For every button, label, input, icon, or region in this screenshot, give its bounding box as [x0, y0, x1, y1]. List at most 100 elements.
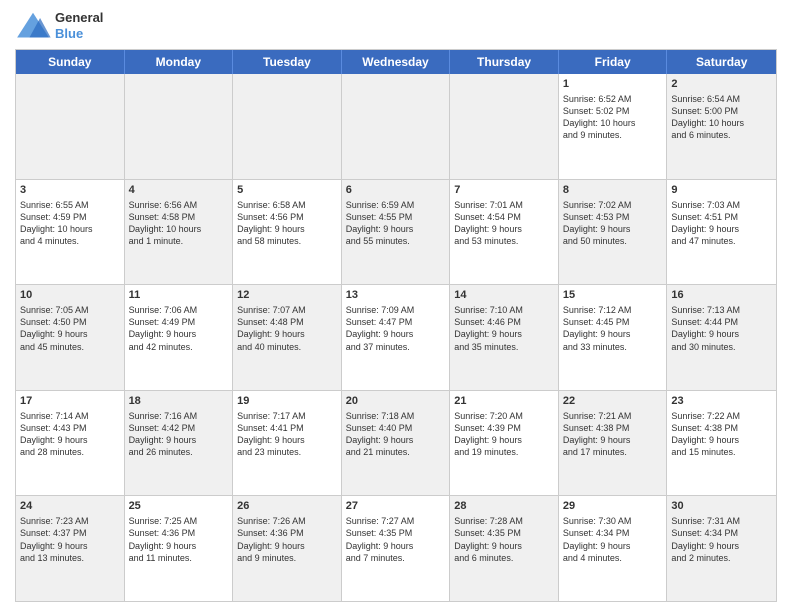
- calendar-cell-17: 17Sunrise: 7:14 AM Sunset: 4:43 PM Dayli…: [16, 391, 125, 496]
- day-info: Sunrise: 7:28 AM Sunset: 4:35 PM Dayligh…: [454, 515, 554, 564]
- weekday-header-saturday: Saturday: [667, 50, 776, 74]
- calendar-cell-11: 11Sunrise: 7:06 AM Sunset: 4:49 PM Dayli…: [125, 285, 234, 390]
- day-number: 25: [129, 499, 229, 514]
- logo-icon: [15, 11, 51, 41]
- calendar-cell-23: 23Sunrise: 7:22 AM Sunset: 4:38 PM Dayli…: [667, 391, 776, 496]
- calendar-cell-29: 29Sunrise: 7:30 AM Sunset: 4:34 PM Dayli…: [559, 496, 668, 601]
- calendar-body: 1Sunrise: 6:52 AM Sunset: 5:02 PM Daylig…: [16, 74, 776, 601]
- day-info: Sunrise: 7:09 AM Sunset: 4:47 PM Dayligh…: [346, 304, 446, 353]
- calendar-cell-3: 3Sunrise: 6:55 AM Sunset: 4:59 PM Daylig…: [16, 180, 125, 285]
- day-info: Sunrise: 6:56 AM Sunset: 4:58 PM Dayligh…: [129, 199, 229, 248]
- calendar-cell-6: 6Sunrise: 6:59 AM Sunset: 4:55 PM Daylig…: [342, 180, 451, 285]
- day-info: Sunrise: 7:10 AM Sunset: 4:46 PM Dayligh…: [454, 304, 554, 353]
- day-number: 23: [671, 394, 772, 409]
- calendar-row-4: 24Sunrise: 7:23 AM Sunset: 4:37 PM Dayli…: [16, 496, 776, 601]
- weekday-header-monday: Monday: [125, 50, 234, 74]
- calendar-cell-9: 9Sunrise: 7:03 AM Sunset: 4:51 PM Daylig…: [667, 180, 776, 285]
- calendar-cell-19: 19Sunrise: 7:17 AM Sunset: 4:41 PM Dayli…: [233, 391, 342, 496]
- day-info: Sunrise: 7:12 AM Sunset: 4:45 PM Dayligh…: [563, 304, 663, 353]
- day-info: Sunrise: 7:03 AM Sunset: 4:51 PM Dayligh…: [671, 199, 772, 248]
- day-number: 1: [563, 77, 663, 92]
- day-number: 8: [563, 183, 663, 198]
- day-number: 17: [20, 394, 120, 409]
- calendar-cell-empty-0-4: [450, 74, 559, 179]
- calendar-cell-28: 28Sunrise: 7:28 AM Sunset: 4:35 PM Dayli…: [450, 496, 559, 601]
- calendar-cell-27: 27Sunrise: 7:27 AM Sunset: 4:35 PM Dayli…: [342, 496, 451, 601]
- logo-text: General Blue: [55, 10, 103, 41]
- calendar-cell-26: 26Sunrise: 7:26 AM Sunset: 4:36 PM Dayli…: [233, 496, 342, 601]
- calendar-cell-8: 8Sunrise: 7:02 AM Sunset: 4:53 PM Daylig…: [559, 180, 668, 285]
- day-info: Sunrise: 7:18 AM Sunset: 4:40 PM Dayligh…: [346, 410, 446, 459]
- day-info: Sunrise: 7:14 AM Sunset: 4:43 PM Dayligh…: [20, 410, 120, 459]
- day-number: 14: [454, 288, 554, 303]
- calendar-cell-5: 5Sunrise: 6:58 AM Sunset: 4:56 PM Daylig…: [233, 180, 342, 285]
- day-number: 26: [237, 499, 337, 514]
- day-info: Sunrise: 7:23 AM Sunset: 4:37 PM Dayligh…: [20, 515, 120, 564]
- calendar-cell-10: 10Sunrise: 7:05 AM Sunset: 4:50 PM Dayli…: [16, 285, 125, 390]
- calendar-cell-empty-0-0: [16, 74, 125, 179]
- day-number: 27: [346, 499, 446, 514]
- weekday-header-tuesday: Tuesday: [233, 50, 342, 74]
- day-number: 29: [563, 499, 663, 514]
- calendar-row-0: 1Sunrise: 6:52 AM Sunset: 5:02 PM Daylig…: [16, 74, 776, 180]
- calendar-cell-22: 22Sunrise: 7:21 AM Sunset: 4:38 PM Dayli…: [559, 391, 668, 496]
- day-info: Sunrise: 6:59 AM Sunset: 4:55 PM Dayligh…: [346, 199, 446, 248]
- day-info: Sunrise: 6:58 AM Sunset: 4:56 PM Dayligh…: [237, 199, 337, 248]
- calendar-cell-13: 13Sunrise: 7:09 AM Sunset: 4:47 PM Dayli…: [342, 285, 451, 390]
- day-info: Sunrise: 7:20 AM Sunset: 4:39 PM Dayligh…: [454, 410, 554, 459]
- calendar-cell-14: 14Sunrise: 7:10 AM Sunset: 4:46 PM Dayli…: [450, 285, 559, 390]
- day-info: Sunrise: 7:27 AM Sunset: 4:35 PM Dayligh…: [346, 515, 446, 564]
- day-number: 11: [129, 288, 229, 303]
- day-number: 18: [129, 394, 229, 409]
- weekday-header-sunday: Sunday: [16, 50, 125, 74]
- day-info: Sunrise: 7:16 AM Sunset: 4:42 PM Dayligh…: [129, 410, 229, 459]
- day-info: Sunrise: 7:02 AM Sunset: 4:53 PM Dayligh…: [563, 199, 663, 248]
- day-info: Sunrise: 7:26 AM Sunset: 4:36 PM Dayligh…: [237, 515, 337, 564]
- day-info: Sunrise: 6:54 AM Sunset: 5:00 PM Dayligh…: [671, 93, 772, 142]
- day-number: 5: [237, 183, 337, 198]
- calendar-cell-18: 18Sunrise: 7:16 AM Sunset: 4:42 PM Dayli…: [125, 391, 234, 496]
- calendar-row-2: 10Sunrise: 7:05 AM Sunset: 4:50 PM Dayli…: [16, 285, 776, 391]
- calendar-cell-24: 24Sunrise: 7:23 AM Sunset: 4:37 PM Dayli…: [16, 496, 125, 601]
- calendar-cell-25: 25Sunrise: 7:25 AM Sunset: 4:36 PM Dayli…: [125, 496, 234, 601]
- day-info: Sunrise: 7:06 AM Sunset: 4:49 PM Dayligh…: [129, 304, 229, 353]
- day-info: Sunrise: 7:13 AM Sunset: 4:44 PM Dayligh…: [671, 304, 772, 353]
- day-number: 6: [346, 183, 446, 198]
- day-number: 4: [129, 183, 229, 198]
- logo: General Blue: [15, 10, 103, 41]
- day-number: 21: [454, 394, 554, 409]
- calendar-cell-7: 7Sunrise: 7:01 AM Sunset: 4:54 PM Daylig…: [450, 180, 559, 285]
- header: General Blue: [15, 10, 777, 41]
- day-number: 19: [237, 394, 337, 409]
- calendar-cell-1: 1Sunrise: 6:52 AM Sunset: 5:02 PM Daylig…: [559, 74, 668, 179]
- day-number: 15: [563, 288, 663, 303]
- day-number: 7: [454, 183, 554, 198]
- calendar-cell-20: 20Sunrise: 7:18 AM Sunset: 4:40 PM Dayli…: [342, 391, 451, 496]
- calendar-row-1: 3Sunrise: 6:55 AM Sunset: 4:59 PM Daylig…: [16, 180, 776, 286]
- calendar-cell-12: 12Sunrise: 7:07 AM Sunset: 4:48 PM Dayli…: [233, 285, 342, 390]
- day-info: Sunrise: 7:31 AM Sunset: 4:34 PM Dayligh…: [671, 515, 772, 564]
- day-info: Sunrise: 7:07 AM Sunset: 4:48 PM Dayligh…: [237, 304, 337, 353]
- day-number: 2: [671, 77, 772, 92]
- day-number: 10: [20, 288, 120, 303]
- page: General Blue SundayMondayTuesdayWednesda…: [0, 0, 792, 612]
- calendar-cell-2: 2Sunrise: 6:54 AM Sunset: 5:00 PM Daylig…: [667, 74, 776, 179]
- calendar-cell-15: 15Sunrise: 7:12 AM Sunset: 4:45 PM Dayli…: [559, 285, 668, 390]
- calendar-cell-21: 21Sunrise: 7:20 AM Sunset: 4:39 PM Dayli…: [450, 391, 559, 496]
- day-number: 12: [237, 288, 337, 303]
- day-info: Sunrise: 6:52 AM Sunset: 5:02 PM Dayligh…: [563, 93, 663, 142]
- weekday-header-thursday: Thursday: [450, 50, 559, 74]
- day-number: 3: [20, 183, 120, 198]
- day-info: Sunrise: 7:05 AM Sunset: 4:50 PM Dayligh…: [20, 304, 120, 353]
- day-info: Sunrise: 7:17 AM Sunset: 4:41 PM Dayligh…: [237, 410, 337, 459]
- calendar-cell-16: 16Sunrise: 7:13 AM Sunset: 4:44 PM Dayli…: [667, 285, 776, 390]
- calendar-cell-empty-0-1: [125, 74, 234, 179]
- weekday-header-friday: Friday: [559, 50, 668, 74]
- calendar-cell-empty-0-3: [342, 74, 451, 179]
- calendar: SundayMondayTuesdayWednesdayThursdayFrid…: [15, 49, 777, 602]
- calendar-cell-30: 30Sunrise: 7:31 AM Sunset: 4:34 PM Dayli…: [667, 496, 776, 601]
- day-number: 20: [346, 394, 446, 409]
- day-number: 24: [20, 499, 120, 514]
- day-number: 30: [671, 499, 772, 514]
- calendar-header: SundayMondayTuesdayWednesdayThursdayFrid…: [16, 50, 776, 74]
